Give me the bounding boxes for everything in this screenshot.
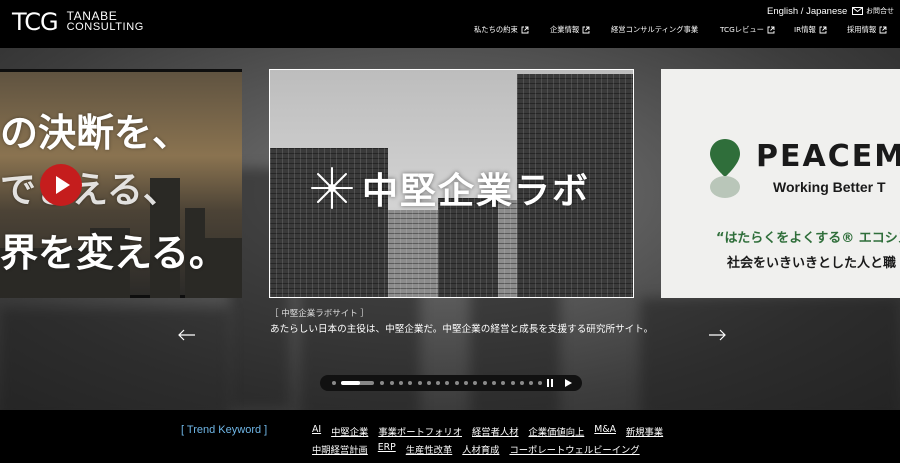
pagination-dot[interactable] xyxy=(380,381,385,385)
slide-left-line3: 界を変える。 xyxy=(0,231,227,275)
site-header: TCG TANABE CONSULTING English / Japanese… xyxy=(0,0,900,48)
trend-keyword-link[interactable]: 事業ポートフォリオ xyxy=(378,424,462,438)
slide-caption[interactable]: あたらしい日本の主役は、中堅企業だ。中堅企業の経営と成長を支援する研究所サイト。 xyxy=(270,321,653,335)
pagination-dot[interactable] xyxy=(417,381,422,385)
nav-label: 私たちの約束 xyxy=(474,25,518,34)
trend-keyword-link[interactable]: 人材育成 xyxy=(462,442,499,456)
lab-title-text: 中堅企業ラボ xyxy=(362,171,591,212)
trend-keyword-link[interactable]: 企業価値向上 xyxy=(529,424,585,438)
trend-keyword-link[interactable]: 生産性改革 xyxy=(406,442,453,456)
language-switch[interactable]: English / Japanese xyxy=(767,6,847,17)
external-link-icon xyxy=(879,26,887,34)
nav-item-ir[interactable]: IR情報 xyxy=(794,25,827,35)
trend-keyword-link[interactable]: 中堅企業 xyxy=(331,424,368,438)
slide-tag: ［ 中堅企業ラボサイト ］ xyxy=(270,309,369,319)
arrow-right-icon[interactable] xyxy=(708,328,726,342)
pagination-dot[interactable] xyxy=(538,381,543,385)
pagination-dot[interactable] xyxy=(501,381,506,385)
trend-keyword-link[interactable]: 中期経営計画 xyxy=(312,442,368,456)
pagination-dot[interactable] xyxy=(482,381,487,385)
nav-label: 企業情報 xyxy=(550,25,580,34)
pagination-dot[interactable] xyxy=(454,381,459,385)
contact-link[interactable]: お問合せ xyxy=(852,6,894,16)
pagination-dot[interactable] xyxy=(436,381,441,385)
trend-keyword-link[interactable]: 経営者人材 xyxy=(472,424,519,438)
nav-label: IR情報 xyxy=(794,25,816,34)
slide-left-line1: の決断を、 xyxy=(0,111,191,155)
pagination-dot[interactable] xyxy=(398,381,403,385)
trend-keyword-link[interactable]: 新規事業 xyxy=(626,424,663,438)
main-nav: 私たちの約束 企業情報 経営コンサルティング事業 TCGレビュー IR情報 採用… xyxy=(0,25,900,37)
external-link-icon xyxy=(767,26,775,34)
play-video-icon[interactable] xyxy=(40,164,82,206)
trend-keyword-link[interactable]: M&A xyxy=(594,424,616,435)
pagination-dot[interactable] xyxy=(464,381,468,385)
trend-keyword-link[interactable]: AI xyxy=(312,424,321,435)
mail-icon xyxy=(852,7,863,15)
peacemind-brand: PEACEM xyxy=(756,139,900,174)
pause-icon[interactable] xyxy=(547,379,554,387)
pagination-dot[interactable] xyxy=(445,381,450,385)
pagination-dot[interactable] xyxy=(408,381,413,385)
pagination-dot[interactable] xyxy=(519,381,524,385)
location-pin-icon xyxy=(710,139,740,198)
pagination-dot[interactable] xyxy=(473,381,478,385)
slide-peacemind[interactable]: PEACEM Working Better T “はたらくをよくする® エコシス… xyxy=(661,69,900,298)
pagination-dot[interactable] xyxy=(510,381,515,385)
pagination-dot[interactable] xyxy=(332,381,336,385)
nav-item-consulting[interactable]: 経営コンサルティング事業 xyxy=(611,25,698,35)
pagination-dot[interactable] xyxy=(529,381,534,385)
pagination-dot[interactable] xyxy=(389,381,394,385)
lab-title: 中堅企業ラボ xyxy=(310,162,590,214)
trend-keyword-section: [ Trend Keyword ] AI 中堅企業 事業ポートフォリオ 経営者人材 企業… xyxy=(0,410,900,463)
external-link-icon xyxy=(819,26,827,34)
external-link-icon xyxy=(582,26,590,34)
nav-item-promise[interactable]: 私たちの約束 xyxy=(474,25,529,35)
hero-carousel: の決断を、 できえる、 界を変える。 中堅企業ラボ PEACEM Working… xyxy=(0,48,900,410)
contact-label: お問合せ xyxy=(866,7,894,15)
nav-item-tcg-review[interactable]: TCGレビュー xyxy=(720,25,775,35)
nav-item-company[interactable]: 企業情報 xyxy=(550,25,590,35)
peacemind-tagline: Working Better T xyxy=(773,179,886,195)
trend-keyword-link[interactable]: コーポレートウェルビーイング xyxy=(509,442,639,456)
slide-midsize-lab[interactable]: 中堅企業ラボ xyxy=(269,69,634,298)
arrow-left-icon[interactable] xyxy=(178,328,196,342)
spark-icon xyxy=(311,167,353,209)
nav-label: TCGレビュー xyxy=(720,25,764,34)
slide-video[interactable]: の決断を、 できえる、 界を変える。 xyxy=(0,69,242,298)
carousel-controls xyxy=(320,375,582,391)
nav-item-recruit[interactable]: 採用情報 xyxy=(847,25,887,35)
peacemind-eco-line: “はたらくをよくする® エコシス xyxy=(716,231,900,246)
trend-label: [ Trend Keyword ] xyxy=(181,424,268,436)
pagination-dot-active[interactable] xyxy=(341,381,375,385)
trend-keyword-link[interactable]: ERP xyxy=(378,442,396,453)
peacemind-society-line: 社会をいきいきとした人と職 xyxy=(727,256,897,271)
play-icon[interactable] xyxy=(565,379,572,387)
nav-label: 経営コンサルティング事業 xyxy=(611,25,699,34)
slide-left-line2: できえる、 xyxy=(0,170,179,211)
nav-label: 採用情報 xyxy=(847,25,877,34)
external-link-icon xyxy=(521,26,529,34)
pagination-dot[interactable] xyxy=(426,381,431,385)
pagination-dot[interactable] xyxy=(491,381,496,385)
